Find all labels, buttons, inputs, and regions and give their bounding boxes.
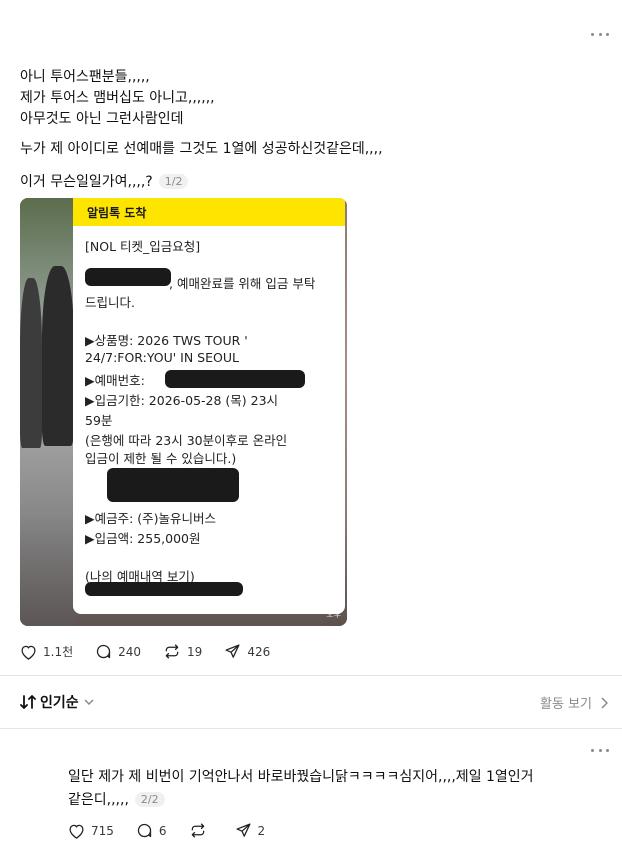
sort-dropdown[interactable]: 인기순 — [20, 692, 94, 712]
sort-label: 인기순 — [40, 695, 79, 711]
post-line-2: 제가 투어스 맴버십도 아니고,,,,,, — [20, 90, 215, 106]
reply-share-button[interactable]: 2 — [235, 822, 266, 839]
post-line-5-text: 이거 무슨일일가여,,,,? — [20, 174, 153, 190]
divider — [0, 728, 622, 729]
chevron-down-icon — [84, 699, 94, 706]
dot — [606, 748, 609, 752]
dot — [606, 32, 609, 36]
notice-line: (은행에 따라 23시 30분이후로 온라인 — [85, 433, 288, 448]
notice-line: 입금이 제한 될 수 있습니다.) — [85, 451, 237, 466]
redaction — [85, 268, 171, 286]
notice-line: [NOL 티켓_입금요청] — [85, 239, 201, 254]
comment-count: 240 — [118, 644, 142, 659]
heart-icon — [21, 645, 36, 660]
post-line-5: 이거 무슨일일가여,,,,? 1/2 — [20, 171, 189, 191]
dot — [598, 32, 602, 36]
redaction — [107, 468, 239, 502]
post-actions: 1.1천 240 19 426 — [20, 643, 292, 660]
share-count: 426 — [247, 644, 271, 659]
notice-line: 드립니다. — [85, 295, 135, 310]
chevron-right-icon — [601, 696, 608, 709]
redaction — [85, 582, 243, 596]
comment-icon — [137, 823, 152, 838]
view-activity-button[interactable]: 활동 보기 — [540, 693, 608, 712]
photo-credit: 오후 — [326, 610, 341, 619]
reply-repost-button[interactable] — [189, 822, 213, 839]
notice-line: , 예매완료를 위해 입금 부탁 — [169, 276, 316, 291]
like-button[interactable]: 1.1천 — [20, 643, 73, 660]
reply-line-2-text: 같은디,,,,, — [68, 792, 129, 808]
reply-share-count: 2 — [257, 823, 266, 838]
page-badge: 1/2 — [158, 174, 189, 189]
post-line-4: 누가 제 아이디로 선예매를 그것도 1열에 성공하신것같은데,,,, — [20, 141, 383, 157]
reply-more-button[interactable] — [591, 745, 609, 755]
repost-button[interactable]: 19 — [163, 643, 202, 660]
post-image[interactable]: 알림톡 도착 [NOL 티켓_입금요청] , 예매완료를 위해 입금 부탁 드립… — [20, 198, 347, 626]
redaction — [165, 370, 305, 388]
notice-line: ▶상품명: 2026 TWS TOUR ' — [85, 333, 248, 348]
like-count: 1.1천 — [43, 645, 74, 659]
reply-like-button[interactable]: 715 — [68, 823, 114, 839]
notice-line: ▶입금액: 255,000원 — [85, 531, 201, 546]
dot — [591, 32, 594, 36]
comment-button[interactable]: 240 — [95, 643, 141, 660]
reply-like-count: 715 — [91, 823, 114, 838]
notice-line: ▶예매번호: — [85, 373, 145, 388]
reply-comment-count: 6 — [158, 823, 167, 838]
heart-icon — [69, 824, 84, 839]
sort-icon — [20, 695, 36, 709]
kakao-notice-card: 알림톡 도착 [NOL 티켓_입금요청] , 예매완료를 위해 입금 부탁 드립… — [73, 198, 345, 614]
reply-actions: 715 6 2 — [68, 822, 287, 839]
reply-page-badge: 2/2 — [134, 792, 165, 807]
reply-line-1: 일단 제가 제 비번이 기억안나서 바로바꿨습니닭ㅋㅋㅋㅋ심지어,,,,제일 1… — [68, 769, 534, 785]
post-line-3: 아무것도 아닌 그런사람인데 — [20, 111, 184, 127]
photo-person — [20, 278, 42, 448]
dot — [591, 748, 594, 752]
dot — [598, 748, 602, 752]
activity-label: 활동 보기 — [540, 697, 592, 712]
repost-count: 19 — [187, 644, 203, 659]
send-icon — [225, 644, 240, 658]
photo-person — [42, 266, 74, 446]
notice-line: 59분 — [85, 413, 113, 428]
reply-line-2: 같은디,,,,, 2/2 — [68, 789, 165, 809]
notice-line: ▶입금기한: 2026-05-28 (목) 23시 — [85, 393, 279, 408]
divider — [0, 675, 622, 676]
notice-line: 24/7:FOR:YOU' IN SEOUL — [85, 350, 239, 365]
post-more-button[interactable] — [591, 29, 609, 39]
reply-comment-button[interactable]: 6 — [136, 822, 167, 839]
repost-icon — [191, 823, 204, 838]
send-icon — [236, 823, 251, 837]
comment-icon — [97, 644, 111, 659]
repost-icon — [165, 644, 179, 659]
share-button[interactable]: 426 — [224, 643, 270, 660]
notice-header: 알림톡 도착 — [73, 198, 345, 226]
post-line-1: 아니 투어스팬분들,,,,, — [20, 69, 150, 85]
notice-line: ▶예금주: (주)놀유니버스 — [85, 511, 217, 526]
